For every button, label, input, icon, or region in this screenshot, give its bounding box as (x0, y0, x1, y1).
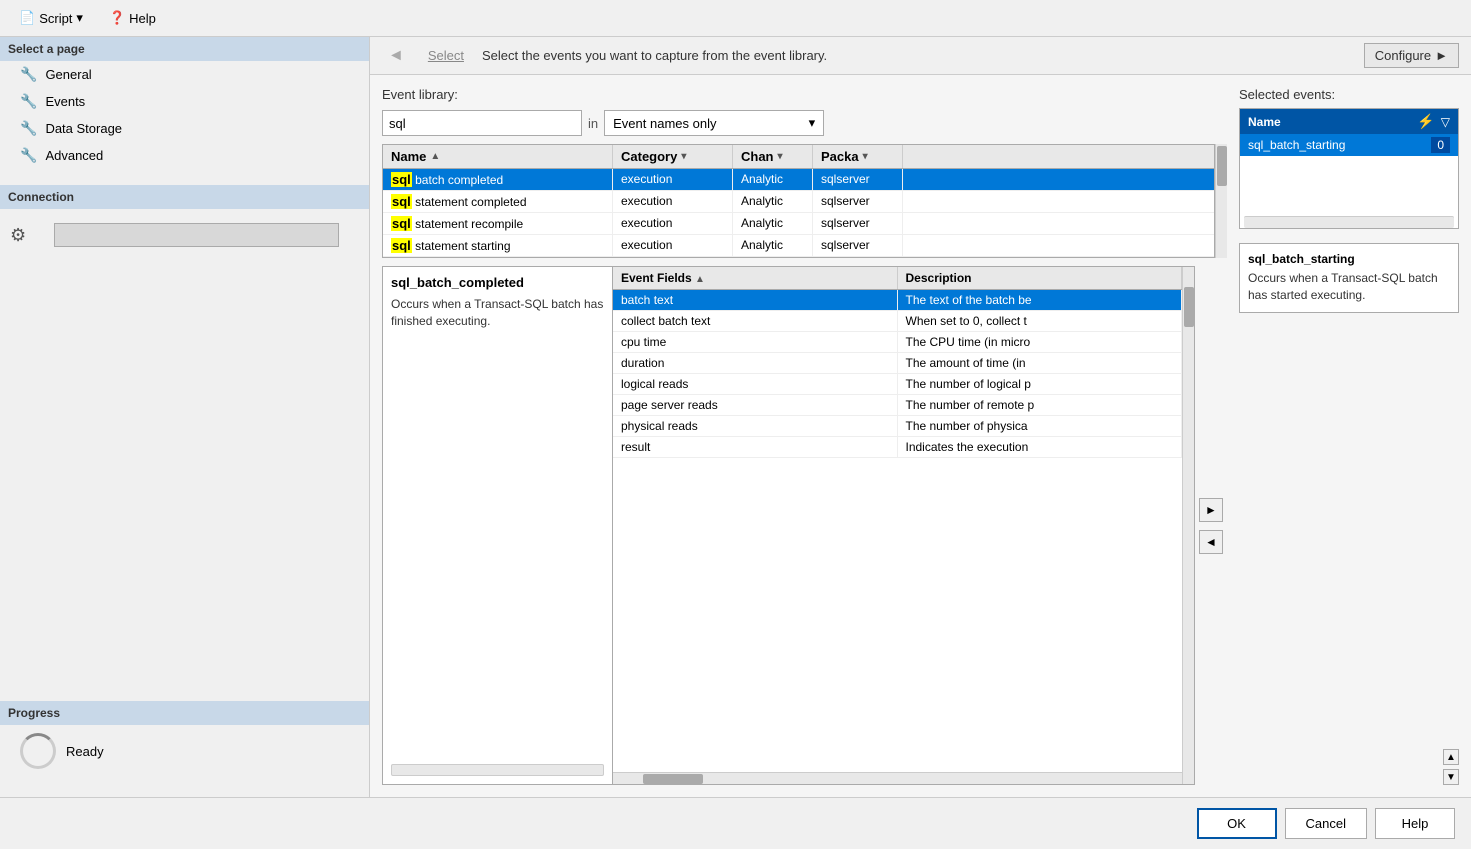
event-library-search-input[interactable] (382, 110, 582, 136)
selected-name-col-header: Name (1248, 115, 1281, 129)
col-header-category[interactable]: Category ▾ (613, 145, 733, 168)
selected-event-detail-panel: sql_batch_starting Occurs when a Transac… (1239, 243, 1459, 313)
connection-field (54, 223, 339, 247)
nav-back-arrow[interactable]: ◄ (382, 45, 410, 67)
dropdown-chevron-icon: ▾ (809, 115, 816, 131)
selected-event-row[interactable]: sql_batch_starting 0 (1240, 134, 1458, 156)
fields-row[interactable]: collect batch text When set to 0, collec… (613, 311, 1182, 332)
ok-button[interactable]: OK (1197, 808, 1277, 839)
col-header-channel[interactable]: Chan ▾ (733, 145, 813, 168)
selected-scrollbar[interactable] (1244, 216, 1454, 228)
fields-scrollbar[interactable] (1182, 267, 1194, 784)
selected-events-section: Selected events: Name ⚡ ▽ sql_batch_star… (1239, 87, 1459, 785)
selected-funnel-icon[interactable]: ▽ (1441, 115, 1450, 129)
col-header-name[interactable]: Name ▲ (383, 145, 613, 168)
select-page-header: Select a page (0, 37, 369, 61)
selected-scroll-up-button[interactable]: ▲ (1443, 749, 1459, 765)
event-detail-description: Occurs when a Transact-SQL batch has fin… (391, 296, 604, 330)
script-button[interactable]: 📄 Script ▾ (10, 6, 92, 30)
selected-scroll-down-button[interactable]: ▼ (1443, 769, 1459, 785)
col-header-package[interactable]: Packa ▾ (813, 145, 903, 168)
advanced-icon: 🔧 (20, 147, 37, 164)
fields-row[interactable]: cpu time The CPU time (in micro (613, 332, 1182, 353)
selected-event-count: 0 (1431, 137, 1450, 153)
event-library-table-body: sql batch completed execution Analytic s… (383, 169, 1214, 257)
script-icon: 📄 (19, 10, 35, 26)
table-row[interactable]: sql statement starting execution Analyti… (383, 235, 1214, 257)
table-row[interactable]: sql statement completed execution Analyt… (383, 191, 1214, 213)
help-button[interactable]: ❓ Help (100, 6, 165, 30)
cancel-button[interactable]: Cancel (1285, 808, 1367, 839)
selected-event-detail-description: Occurs when a Transact-SQL batch has sta… (1248, 270, 1450, 304)
script-label: Script (39, 11, 72, 26)
sidebar-item-label-data-storage: Data Storage (45, 121, 122, 136)
nav-select-button[interactable]: Select (420, 45, 472, 66)
category-sort-icon: ▾ (681, 151, 686, 162)
events-icon: 🔧 (20, 93, 37, 110)
event-detail-panel: sql_batch_completed Occurs when a Transa… (383, 267, 613, 784)
progress-spinner (20, 733, 56, 769)
fields-row[interactable]: duration The amount of time (in (613, 353, 1182, 374)
event-library-label: Event library: (382, 87, 458, 102)
table-row[interactable]: sql statement recompile execution Analyt… (383, 213, 1214, 235)
package-sort-icon: ▾ (863, 151, 868, 162)
connection-icon: ⚙ (10, 225, 26, 246)
selected-event-detail-name: sql_batch_starting (1248, 252, 1450, 266)
fields-horiz-scrollbar[interactable] (613, 772, 1182, 784)
sidebar-item-label-advanced: Advanced (45, 148, 103, 163)
fields-row[interactable]: physical reads The number of physica (613, 416, 1182, 437)
selected-event-name: sql_batch_starting (1248, 138, 1345, 152)
event-names-dropdown[interactable]: Event names only ▾ (604, 110, 824, 136)
name-sort-icon: ▲ (430, 151, 440, 162)
configure-label: Configure (1375, 48, 1431, 63)
fields-col-header-desc[interactable]: Description (898, 267, 1183, 289)
remove-event-button[interactable]: ◄ (1199, 530, 1223, 554)
channel-sort-icon: ▾ (778, 151, 783, 162)
fields-table-body: batch text The text of the batch be coll… (613, 290, 1182, 772)
sidebar-item-advanced[interactable]: 🔧 Advanced (0, 142, 369, 169)
event-library-table: Name ▲ Category ▾ Chan ▾ (382, 144, 1215, 258)
sidebar-item-general[interactable]: 🔧 General (0, 61, 369, 88)
detail-scrollbar[interactable] (391, 764, 604, 776)
progress-status: Ready (66, 744, 104, 759)
fields-row[interactable]: page server reads The number of remote p (613, 395, 1182, 416)
fields-row[interactable]: result Indicates the execution (613, 437, 1182, 458)
table-row[interactable]: sql batch completed execution Analytic s… (383, 169, 1214, 191)
progress-header: Progress (0, 701, 369, 725)
fields-col-header-name[interactable]: Event Fields ▲ (613, 267, 898, 289)
help-label: Help (129, 11, 156, 26)
fields-row[interactable]: logical reads The number of logical p (613, 374, 1182, 395)
general-icon: 🔧 (20, 66, 37, 83)
configure-arrow-icon: ► (1435, 48, 1448, 63)
configure-button[interactable]: Configure ► (1364, 43, 1459, 68)
help-dialog-button[interactable]: Help (1375, 808, 1455, 839)
dropdown-label: Event names only (613, 116, 716, 131)
sidebar-item-label-general: General (45, 67, 91, 82)
selected-filter-icon[interactable]: ⚡ (1417, 113, 1434, 130)
selected-events-label: Selected events: (1239, 87, 1459, 102)
nav-description: Select the events you want to capture fr… (482, 48, 1354, 63)
fields-row[interactable]: batch text The text of the batch be (613, 290, 1182, 311)
sidebar-item-label-events: Events (45, 94, 85, 109)
connection-header: Connection (0, 185, 369, 209)
event-table-scrollbar[interactable] (1215, 144, 1227, 258)
add-event-button[interactable]: ► (1199, 498, 1223, 522)
event-detail-name: sql_batch_completed (391, 275, 604, 290)
middle-arrows-panel: ► ◄ (1195, 266, 1227, 785)
selected-table-header: Name ⚡ ▽ (1240, 109, 1458, 134)
data-storage-icon: 🔧 (20, 120, 37, 137)
sidebar-item-events[interactable]: 🔧 Events (0, 88, 369, 115)
script-dropdown-icon: ▾ (76, 10, 83, 26)
sidebar-item-data-storage[interactable]: 🔧 Data Storage (0, 115, 369, 142)
in-label: in (588, 116, 598, 131)
fields-panel: Event Fields ▲ Description batch text Th… (613, 267, 1182, 784)
help-icon: ❓ (109, 10, 125, 26)
